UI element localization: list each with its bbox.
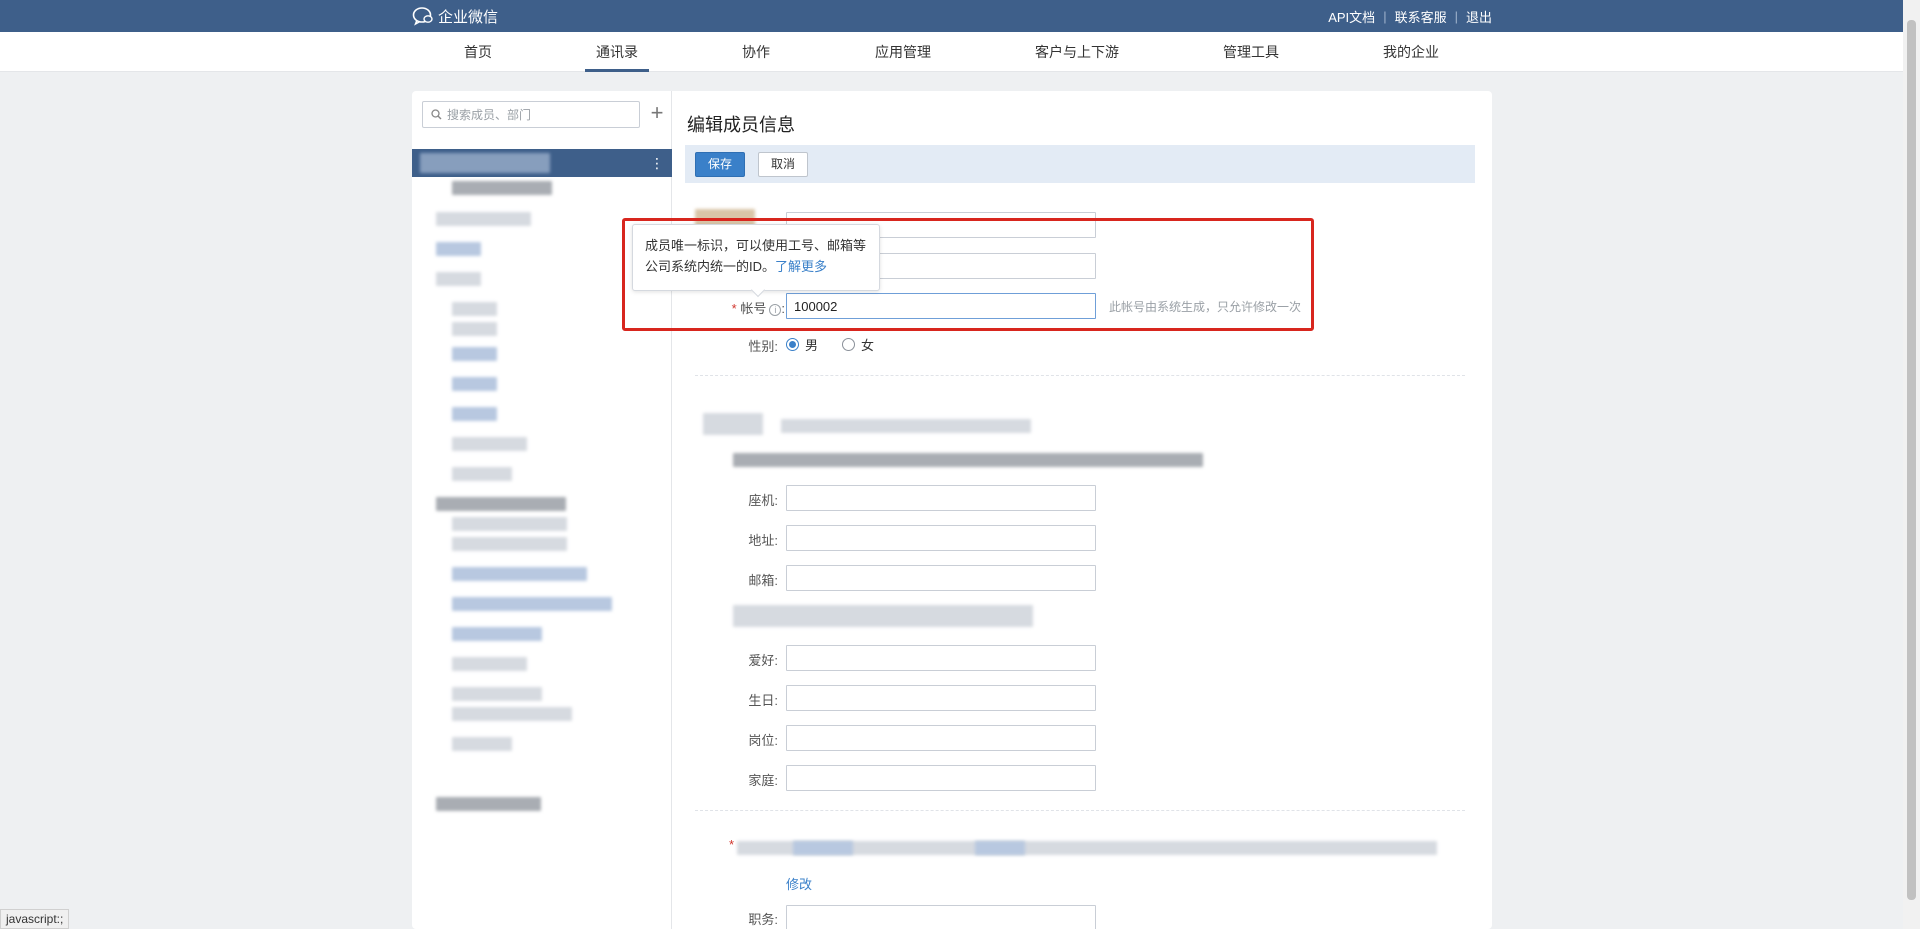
tree-item-redacted[interactable] bbox=[452, 467, 512, 481]
chat-bubble-icon bbox=[412, 7, 433, 26]
position-label: 岗位: bbox=[748, 733, 778, 748]
api-docs-link[interactable]: API文档 bbox=[1328, 7, 1375, 26]
search-icon bbox=[431, 109, 442, 120]
modify-department-link[interactable]: 修改 bbox=[786, 874, 812, 893]
tooltip-line-1: 成员唯一标识，可以使用工号、邮箱等 bbox=[645, 238, 867, 253]
brand-name: 企业微信 bbox=[438, 8, 499, 26]
brand-logo[interactable]: 企业微信 bbox=[412, 5, 498, 27]
hobby-field[interactable] bbox=[786, 645, 1096, 671]
account-hint: 此帐号由系统生成，只允许修改一次 bbox=[1109, 300, 1302, 314]
cancel-button[interactable]: 取消 bbox=[758, 152, 809, 177]
redacted-field bbox=[703, 413, 763, 435]
status-bar: javascript:; bbox=[0, 909, 70, 929]
tree-item-redacted[interactable] bbox=[452, 517, 567, 531]
hobby-label: 爱好: bbox=[748, 653, 778, 668]
form-toolbar: 保存 取消 bbox=[685, 145, 1475, 183]
tree-item-redacted[interactable] bbox=[452, 537, 567, 551]
tree-item-redacted[interactable] bbox=[436, 797, 541, 811]
nav-item-my-company[interactable]: 我的企业 bbox=[1382, 32, 1440, 72]
gender-female-label[interactable]: 女 bbox=[861, 335, 874, 354]
gender-female-radio[interactable] bbox=[842, 338, 856, 351]
page-scrollbar[interactable] bbox=[1903, 0, 1920, 929]
section-divider bbox=[695, 810, 1465, 811]
top-links: API文档 | 联系客服 | 退出 bbox=[1328, 0, 1492, 32]
save-button[interactable]: 保存 bbox=[695, 152, 746, 177]
tree-item-redacted[interactable] bbox=[452, 687, 542, 701]
nav-item-management-tools[interactable]: 管理工具 bbox=[1222, 32, 1280, 72]
gender-male-radio[interactable] bbox=[786, 338, 799, 351]
tree-item-redacted[interactable] bbox=[452, 437, 527, 451]
tree-item-redacted[interactable] bbox=[452, 377, 497, 391]
account-label: * 帐号 i: bbox=[731, 301, 785, 316]
email-label: 邮箱: bbox=[748, 573, 778, 588]
family-label: 家庭: bbox=[748, 773, 778, 788]
page-title: 编辑成员信息 bbox=[687, 115, 795, 135]
tree-item-redacted[interactable] bbox=[436, 497, 566, 511]
phone-label: 座机: bbox=[748, 493, 778, 508]
redacted-field bbox=[781, 419, 1031, 433]
gender-radio-group: 男 女 bbox=[786, 335, 874, 354]
address-label: 地址: bbox=[748, 533, 778, 548]
tree-item-redacted bbox=[420, 153, 550, 173]
gender-label: 性别: bbox=[748, 339, 778, 354]
tooltip-line-2-text: 公司系统内统一的ID。 bbox=[645, 259, 776, 274]
scrollbar-thumb[interactable] bbox=[1907, 20, 1916, 900]
learn-more-link[interactable]: 了解更多 bbox=[775, 259, 827, 274]
duty-label: 职务: bbox=[748, 912, 778, 927]
tree-item-redacted[interactable] bbox=[452, 347, 497, 361]
redacted-field bbox=[733, 453, 1203, 467]
tree-item-redacted[interactable] bbox=[452, 627, 542, 641]
nav-item-home[interactable]: 首页 bbox=[463, 32, 493, 72]
link-separator: | bbox=[1454, 8, 1458, 24]
more-options-icon[interactable]: ⋮ bbox=[650, 154, 664, 172]
family-field[interactable] bbox=[786, 765, 1096, 791]
redacted-department-chip bbox=[793, 841, 853, 855]
tree-item-redacted[interactable] bbox=[452, 707, 572, 721]
address-field[interactable] bbox=[786, 525, 1096, 551]
account-field[interactable] bbox=[786, 293, 1096, 319]
redacted-field bbox=[733, 605, 1033, 627]
redacted-department-chip bbox=[975, 841, 1025, 855]
birthday-field[interactable] bbox=[786, 685, 1096, 711]
info-icon[interactable]: i bbox=[769, 303, 782, 316]
section-divider bbox=[695, 375, 1465, 376]
duty-field[interactable] bbox=[786, 905, 1096, 929]
position-field[interactable] bbox=[786, 725, 1096, 751]
tree-item-redacted[interactable] bbox=[436, 272, 481, 286]
content-panel: + ⋮ 编辑成员信息 保存 取消 bbox=[412, 91, 1492, 929]
tree-item-redacted[interactable] bbox=[452, 737, 512, 751]
birthday-label: 生日: bbox=[748, 693, 778, 708]
tooltip-line-2: 公司系统内统一的ID。了解更多 bbox=[645, 256, 867, 277]
tree-item-redacted[interactable] bbox=[452, 181, 552, 195]
add-icon[interactable]: + bbox=[648, 102, 666, 125]
tree-item-redacted[interactable] bbox=[452, 302, 497, 316]
required-mark: * bbox=[729, 837, 735, 852]
search-input[interactable] bbox=[447, 107, 627, 122]
nav-item-app-management[interactable]: 应用管理 bbox=[874, 32, 932, 72]
phone-field[interactable] bbox=[786, 485, 1096, 511]
nav-item-customers[interactable]: 客户与上下游 bbox=[1034, 32, 1120, 72]
tree-item-redacted[interactable] bbox=[452, 567, 587, 581]
nav-item-contacts[interactable]: 通讯录 bbox=[585, 32, 649, 72]
nav-item-collaboration[interactable]: 协作 bbox=[741, 32, 771, 72]
tree-item-redacted[interactable] bbox=[452, 407, 497, 421]
department-sidebar: + ⋮ bbox=[412, 91, 672, 929]
logout-link[interactable]: 退出 bbox=[1466, 7, 1492, 26]
gender-male-label[interactable]: 男 bbox=[805, 335, 818, 354]
account-label-text: 帐号 bbox=[740, 301, 767, 316]
contact-support-link[interactable]: 联系客服 bbox=[1395, 7, 1447, 26]
account-tooltip: 成员唯一标识，可以使用工号、邮箱等 公司系统内统一的ID。了解更多 bbox=[632, 224, 880, 291]
link-separator: | bbox=[1383, 8, 1387, 24]
search-box[interactable] bbox=[422, 101, 640, 128]
tree-item-redacted[interactable] bbox=[452, 597, 612, 611]
tree-item-redacted[interactable] bbox=[436, 212, 531, 226]
required-mark: * bbox=[731, 301, 737, 316]
member-edit-form: 编辑成员信息 保存 取消 * 帐号i: 此帐号由系统生成，只允许修改一次 性别:… bbox=[685, 91, 1480, 929]
email-field[interactable] bbox=[786, 565, 1096, 591]
tree-item-redacted[interactable] bbox=[452, 657, 527, 671]
tree-item-redacted[interactable] bbox=[436, 242, 481, 256]
top-bar: 企业微信 API文档 | 联系客服 | 退出 bbox=[0, 0, 1920, 32]
main-nav: 首页 通讯录 协作 应用管理 客户与上下游 管理工具 我的企业 bbox=[0, 32, 1920, 72]
tree-item-redacted[interactable] bbox=[452, 322, 497, 336]
